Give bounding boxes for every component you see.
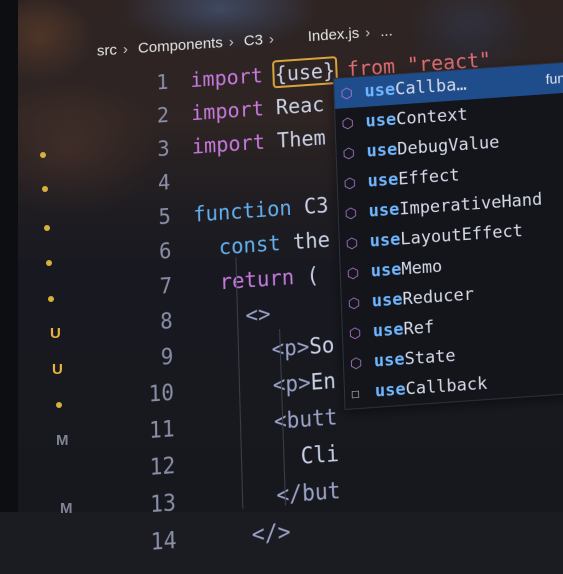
suggestion-match: use xyxy=(371,290,402,312)
scm-dot xyxy=(40,152,46,158)
suggestion-label: Callba… xyxy=(395,75,467,100)
line-number: 4 xyxy=(121,170,170,198)
autocomplete-suggestions: ⬡useCallba…funct⬡useContext⬡useDebugValu… xyxy=(333,61,563,410)
chevron-right-icon: › xyxy=(365,24,371,41)
line-number: 9 xyxy=(123,343,174,373)
line-number: 12 xyxy=(124,452,175,483)
scm-badge: U xyxy=(52,361,63,378)
scm-dot xyxy=(42,186,48,192)
cube-icon: ⬡ xyxy=(340,78,359,109)
cube-icon: ⬡ xyxy=(344,198,363,229)
code-token: So xyxy=(309,332,335,360)
line-number: 10 xyxy=(123,379,174,409)
selected-token: {use} xyxy=(274,58,335,86)
code-token: </> xyxy=(251,518,291,548)
breadcrumb-item-file[interactable]: Index.js xyxy=(308,25,360,45)
code-token: import xyxy=(191,95,276,125)
code-token: <p> xyxy=(272,369,311,398)
suggestion-match: use xyxy=(373,320,404,342)
breadcrumb: src › Components › C3 › Index.js › ... xyxy=(97,22,399,60)
suggestion-label: State xyxy=(404,346,456,370)
code-token: Cli xyxy=(198,440,339,477)
code-token: C3 xyxy=(303,192,329,219)
line-number: 14 xyxy=(125,526,177,557)
line-number: 8 xyxy=(123,308,173,337)
scm-badge: M xyxy=(56,432,69,449)
code-token xyxy=(197,408,274,440)
chevron-right-icon: › xyxy=(269,31,275,48)
suggestion-label: Memo xyxy=(401,257,443,280)
suggestion-label: Effect xyxy=(398,165,460,189)
suggestion-match: use xyxy=(368,200,399,222)
cube-icon: ⬡ xyxy=(345,228,364,259)
suggestion-detail: funct xyxy=(545,62,563,94)
suggestion-label: Callback xyxy=(405,374,487,400)
code-token xyxy=(200,521,252,552)
scm-badge: M xyxy=(60,500,73,517)
code-token: ( xyxy=(306,262,319,288)
code-token: <> xyxy=(245,301,271,328)
code-token xyxy=(199,481,277,514)
code-line[interactable]: 4 xyxy=(121,168,193,204)
code-token: return xyxy=(219,263,307,295)
line-number: 1 xyxy=(120,70,168,97)
scm-dot xyxy=(44,225,50,231)
cube-icon: ⬡ xyxy=(347,288,366,319)
cube-icon: ⬡ xyxy=(342,138,361,169)
suggestion-label: Context xyxy=(396,105,468,130)
line-number: 5 xyxy=(122,204,171,232)
code-token: En xyxy=(310,367,336,395)
cube-icon: ⬡ xyxy=(348,318,367,349)
suggestion-label: Reducer xyxy=(402,285,474,310)
code-token: the xyxy=(292,227,330,255)
chevron-right-icon: › xyxy=(229,34,234,51)
cube-icon: ⬡ xyxy=(341,108,360,139)
code-token: Reac xyxy=(276,92,325,119)
line-number: 3 xyxy=(121,136,170,164)
breadcrumb-item-src[interactable]: src xyxy=(97,42,117,60)
suggestion-label: Ref xyxy=(403,318,434,340)
code-token xyxy=(194,235,219,262)
suggestion-label: DebugValue xyxy=(397,133,500,160)
code-token xyxy=(196,336,272,367)
line-number: 13 xyxy=(124,489,176,520)
line-number: 6 xyxy=(122,238,172,267)
cube-icon: ⬡ xyxy=(343,168,362,199)
cube-icon: ⬡ xyxy=(349,348,368,379)
snippet-box-icon: ☐ xyxy=(351,378,370,409)
scm-badge: U xyxy=(50,325,61,342)
line-number: 7 xyxy=(122,273,172,302)
suggestion-match: use xyxy=(374,350,405,372)
line-number: 2 xyxy=(120,103,169,131)
breadcrumb-item-components[interactable]: Components xyxy=(138,34,223,57)
suggestion-match: use xyxy=(366,140,397,162)
code-token xyxy=(194,269,219,296)
scm-dot xyxy=(48,296,54,302)
suggestion-match: use xyxy=(365,110,396,132)
suggestion-match: use xyxy=(369,230,400,252)
code-token: import xyxy=(190,62,275,92)
suggestion-label: LayoutEffect xyxy=(400,221,523,250)
cube-icon: ⬡ xyxy=(346,258,365,289)
code-token: function xyxy=(193,194,304,227)
chevron-right-icon: › xyxy=(123,41,128,58)
breadcrumb-item-c3[interactable]: C3 xyxy=(244,32,264,50)
suggestion-match: use xyxy=(370,260,401,282)
code-token: const xyxy=(218,229,293,259)
code-token xyxy=(197,372,274,404)
code-token: Them xyxy=(277,125,327,153)
code-token: import xyxy=(192,128,278,158)
suggestion-match: use xyxy=(375,380,406,402)
breadcrumb-item-more[interactable]: ... xyxy=(380,23,393,41)
suggestion-match: use xyxy=(367,170,398,192)
suggestion-match: use xyxy=(364,80,395,102)
scm-dot xyxy=(46,260,52,266)
line-number: 11 xyxy=(124,415,175,445)
scm-dot xyxy=(56,402,62,408)
code-token: <p> xyxy=(271,333,310,362)
